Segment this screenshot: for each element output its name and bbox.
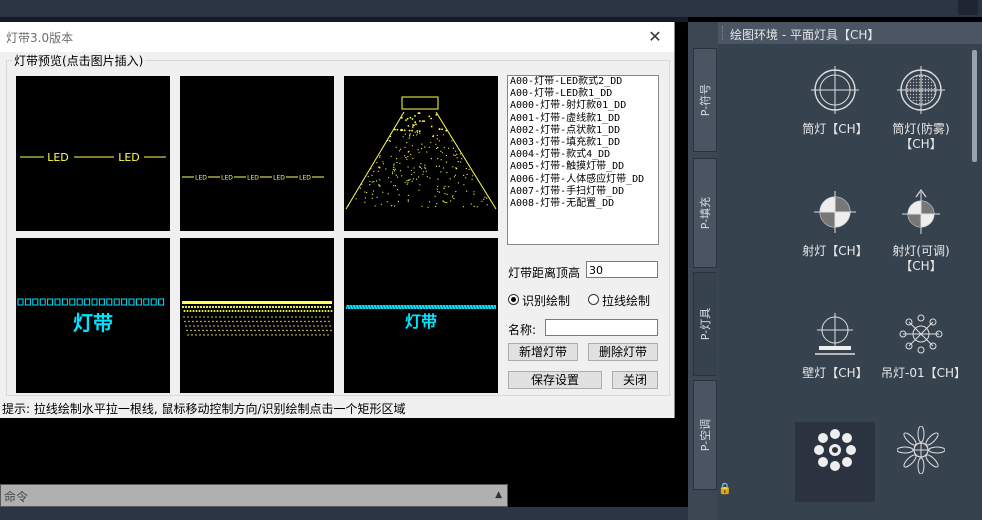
tool-name: 射灯【CH】 (802, 244, 868, 258)
tool-downlight[interactable]: 筒灯【CH】 (795, 62, 875, 162)
tool-name: 射灯(可调)【CH】 (892, 244, 950, 273)
led-strip-preview-svg: LED LED (20, 151, 166, 164)
tool-palette: P-符号 P-填充 P-灯具 P-空调 🔒 绘图环境 - 平面灯具【CH】 筒灯… (688, 22, 982, 520)
fogproof-downlight-icon (897, 66, 945, 114)
hint-text: 提示: 拉线绘制水平拉一根线, 鼠标移动控制方向/识别绘制点击一个矩形区域 (2, 402, 406, 416)
preview-led-style-1[interactable]: LED LED LED LED LED (180, 76, 334, 231)
delete-strip-button[interactable]: 删除灯带 (588, 343, 658, 361)
list-item[interactable]: A001-灯带-虚线款1_DD (508, 113, 658, 125)
distance-label: 灯带距离顶高 (508, 266, 581, 280)
tool-adjustable-spotlight[interactable]: 射灯(可调)【CH】 (881, 184, 961, 284)
preview-spotlight[interactable] (344, 76, 498, 231)
strip-label: 灯带 (405, 312, 437, 331)
led-label: LED (47, 151, 69, 164)
tool-name: 筒灯(防雾)【CH】 (892, 122, 950, 151)
list-item[interactable]: A00-灯带-LED款1_DD (508, 88, 658, 100)
led-label: LED (118, 151, 140, 164)
wall-lamp-icon (815, 313, 855, 355)
list-item[interactable]: A006-灯带-人体感应灯带_DD (508, 174, 658, 186)
dotted-strip-svg (181, 301, 333, 336)
light-strip-dialog: 灯带3.0版本 ✕ 灯带预览(点击图片插入) LED LED LED LED LED… (0, 22, 675, 418)
tool-name: 吊灯-01【CH】 (881, 366, 967, 380)
list-item[interactable]: A007-灯带-手扫灯带_DD (508, 186, 658, 198)
dashed-strip-svg: 灯带 (17, 298, 165, 335)
dialog-title-bar: 灯带3.0版本 ✕ (0, 22, 674, 52)
name-input[interactable] (545, 319, 658, 336)
list-item[interactable]: A000-灯带-射灯款01_DD (508, 100, 658, 112)
downlight-icon (811, 66, 859, 114)
led-label: LED (195, 175, 207, 182)
list-item[interactable]: A008-灯带-无配置_DD (508, 198, 658, 210)
recognize-draw-radio[interactable] (508, 294, 519, 305)
tool-chandelier-2[interactable] (795, 422, 875, 502)
preview-group-label: 灯带预览(点击图片插入) (12, 52, 146, 69)
close-button[interactable]: 关闭 (612, 371, 658, 389)
preview-led-style-2[interactable]: LED LED (16, 76, 170, 231)
tab-lighting[interactable]: P-灯具 (693, 272, 717, 376)
led-label: LED (273, 175, 285, 182)
pendant-star-icon (897, 426, 945, 474)
list-item[interactable]: A004-灯带-款式4_DD (508, 149, 658, 161)
list-item[interactable]: A00-灯带-LED款式2_DD (508, 76, 658, 88)
tool-fogproof-downlight[interactable]: 筒灯(防雾)【CH】 (881, 62, 961, 162)
tab-hatch[interactable]: P-填充 (693, 158, 717, 268)
command-placeholder: 命令 (4, 490, 29, 504)
palette-title: 绘图环境 - 平面灯具【CH】 (730, 28, 880, 42)
list-item[interactable]: A003-灯带-填充款1_DD (508, 137, 658, 149)
lock-icon[interactable]: 🔒 (718, 482, 732, 495)
palette-grip[interactable] (722, 26, 726, 40)
tab-hvac[interactable]: P-空调 (693, 380, 717, 490)
list-item[interactable]: A005-灯带-触摸灯带_DD (508, 161, 658, 173)
tool-name: 壁灯【CH】 (802, 366, 868, 380)
led-label: LED (221, 175, 233, 182)
name-label: 名称: (508, 323, 537, 337)
led-label: LED (299, 175, 311, 182)
list-item[interactable]: A002-灯带-点状款1_DD (508, 125, 658, 137)
strip-label: 灯带 (73, 311, 113, 335)
close-icon[interactable]: ✕ (644, 26, 666, 48)
tool-chandelier[interactable]: 吊灯-01【CH】 (881, 306, 967, 406)
chandelier-2-icon (814, 429, 856, 471)
palette-header: 绘图环境 - 平面灯具【CH】 (718, 22, 982, 44)
filled-strip-svg: 灯带 (345, 304, 496, 331)
app-top-bar (0, 0, 982, 17)
tab-symbol[interactable]: P-符号 (693, 48, 717, 152)
save-settings-button[interactable]: 保存设置 (508, 371, 602, 389)
line-draw-label[interactable]: 拉线绘制 (602, 292, 650, 309)
preview-filled-strip[interactable]: 灯带 (344, 238, 498, 393)
tool-name: 筒灯【CH】 (802, 122, 868, 136)
led-label: LED (247, 175, 259, 182)
tool-spotlight[interactable]: 射灯【CH】 (795, 184, 875, 284)
window-control-button[interactable] (958, 0, 978, 15)
recognize-draw-label[interactable]: 识别绘制 (522, 292, 570, 309)
add-strip-button[interactable]: 新增灯带 (508, 343, 578, 361)
spotlight-cone-svg (345, 96, 497, 210)
caret-up-icon[interactable]: ▲ (495, 490, 502, 500)
spotlight-icon (814, 191, 856, 233)
adjustable-spotlight-icon (902, 188, 940, 234)
palette-scrollbar[interactable] (972, 50, 977, 162)
tool-wall-lamp[interactable]: 壁灯【CH】 (795, 306, 875, 406)
distance-input[interactable]: 30 (586, 261, 658, 278)
tool-pendant-star[interactable] (881, 422, 961, 502)
chandelier-icon (899, 314, 943, 354)
palette-tabs: P-符号 P-填充 P-灯具 P-空调 🔒 (688, 22, 732, 520)
preview-dashed-strip[interactable]: 灯带 (16, 238, 170, 393)
preview-dotted-strip[interactable] (180, 238, 334, 393)
command-line[interactable]: 命令 ▲ (0, 484, 508, 507)
small-led-preview-svg: LED LED LED LED LED (182, 175, 324, 182)
strip-type-list[interactable]: A00-灯带-LED款式2_DD A00-灯带-LED款1_DD A000-灯带-射… (507, 75, 659, 245)
line-draw-radio[interactable] (588, 294, 599, 305)
dialog-title: 灯带3.0版本 (6, 31, 74, 45)
